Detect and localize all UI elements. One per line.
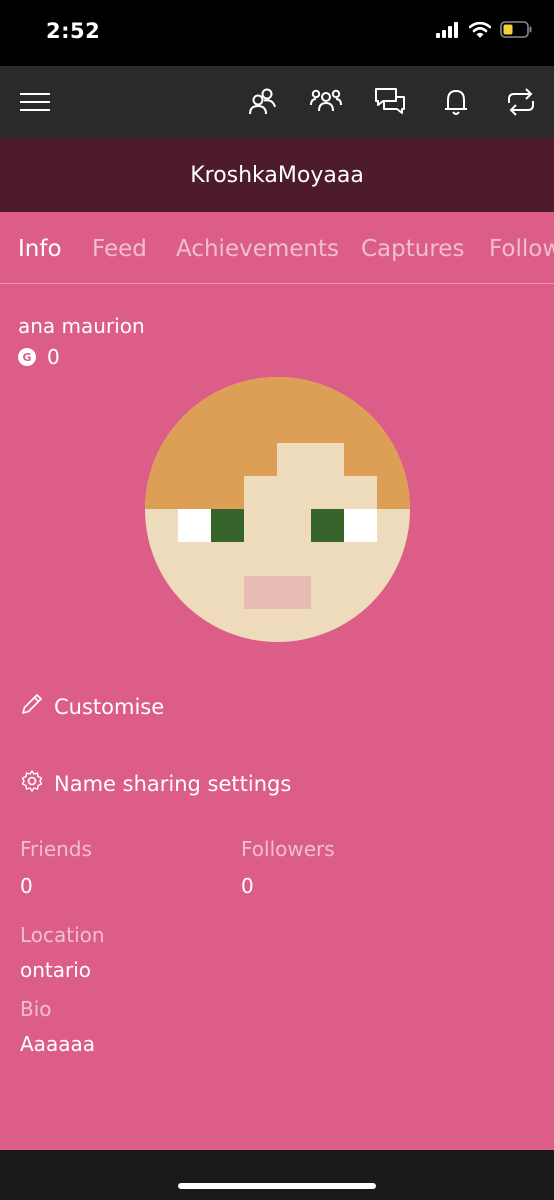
- friends-count[interactable]: 0: [20, 874, 33, 898]
- home-bar-area: [0, 1150, 554, 1200]
- tab-achievements[interactable]: Achievements: [176, 236, 339, 262]
- location-label: Location: [20, 923, 105, 947]
- friends-label: Friends: [20, 837, 92, 861]
- name-sharing-label: Name sharing settings: [54, 771, 292, 796]
- menu-icon[interactable]: [17, 84, 53, 120]
- tab-info[interactable]: Info: [18, 236, 62, 262]
- name-sharing-settings-button[interactable]: Name sharing settings: [20, 769, 291, 798]
- followers-count[interactable]: 0: [241, 874, 254, 898]
- gamerscore: G 0: [18, 345, 60, 369]
- customise-button[interactable]: Customise: [20, 692, 164, 721]
- avatar: [145, 377, 410, 642]
- profile-tabs: Info Feed Achievements Captures Follower…: [0, 212, 554, 284]
- friends-icon[interactable]: [244, 84, 280, 120]
- profile-header: KroshkaMoyaaa: [0, 138, 554, 212]
- gamertag: KroshkaMoyaaa: [190, 162, 364, 188]
- sync-icon[interactable]: [503, 84, 539, 120]
- followers-label: Followers: [241, 837, 335, 861]
- tab-captures[interactable]: Captures: [361, 236, 464, 262]
- gamerscore-value: 0: [47, 345, 60, 369]
- location-value: ontario: [20, 958, 92, 982]
- messages-icon[interactable]: [372, 84, 408, 120]
- pencil-icon: [20, 692, 44, 721]
- gamerscore-icon: G: [18, 348, 36, 366]
- notifications-icon[interactable]: [438, 84, 474, 120]
- app-bar: [0, 66, 554, 138]
- status-bar: 2:52: [0, 0, 554, 66]
- status-icons: [436, 21, 532, 42]
- bio-label: Bio: [20, 997, 52, 1021]
- profile-content: Info Feed Achievements Captures Follower…: [0, 212, 554, 1150]
- tab-followers[interactable]: Followers: [489, 236, 554, 262]
- real-name: ana maurion: [18, 314, 145, 338]
- tab-feed[interactable]: Feed: [92, 236, 147, 262]
- party-icon[interactable]: [308, 84, 344, 120]
- gear-icon: [20, 769, 44, 798]
- status-time: 2:52: [46, 19, 101, 43]
- home-indicator[interactable]: [178, 1183, 376, 1189]
- battery-icon: [500, 21, 532, 42]
- wifi-icon: [468, 21, 492, 42]
- bio-value: Aaaaaa: [20, 1032, 95, 1056]
- signal-icon: [436, 21, 460, 42]
- customise-label: Customise: [54, 694, 165, 719]
